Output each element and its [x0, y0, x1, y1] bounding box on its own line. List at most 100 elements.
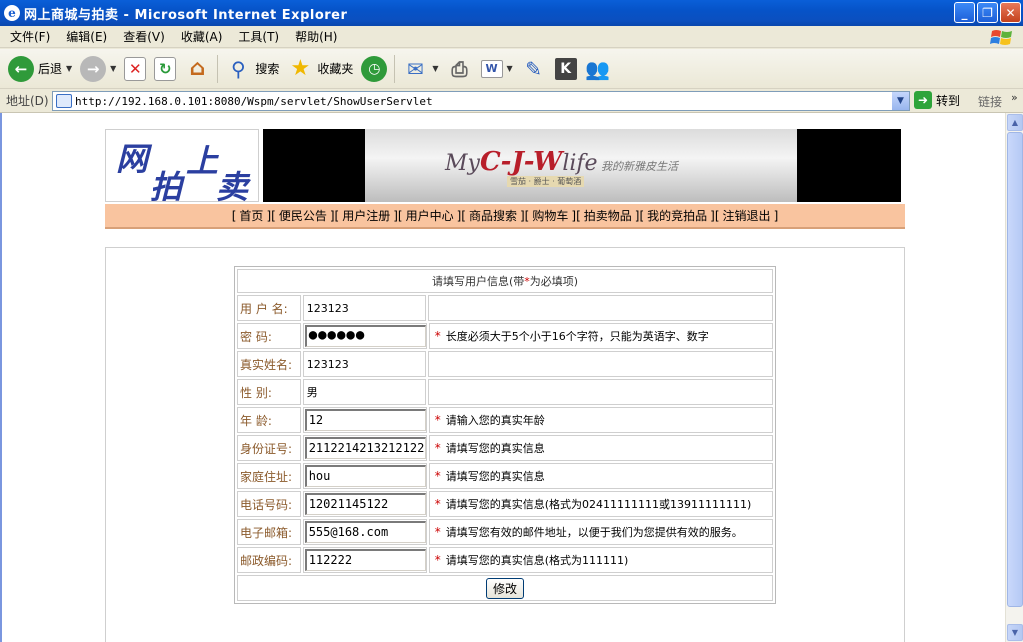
stop-button[interactable]: ✕ [120, 52, 150, 86]
required-star: * [434, 497, 441, 511]
address-dropdown-icon[interactable]: ▼ [892, 92, 909, 110]
nav-home[interactable]: 首页 [239, 207, 263, 224]
chevron-right-icon[interactable]: » [1011, 91, 1018, 104]
print-button[interactable]: ⎙ [443, 52, 477, 86]
menu-edit[interactable]: 编辑(E) [58, 28, 115, 45]
idcard-hint: 请填写您的真实信息 [445, 442, 545, 455]
site-logo: 网 上 拍 卖 [105, 129, 259, 206]
go-button[interactable]: ➜ 转到 [914, 91, 960, 109]
form-row-age: 年 龄: 12 * 请输入您的真实年龄 [236, 406, 774, 434]
field-label: 真实姓名: [237, 351, 301, 377]
star-icon: ★ [290, 56, 311, 81]
address-url[interactable]: http://192.168.0.101:8080/Wspm/servlet/S… [75, 95, 433, 108]
realname-value: 123123 [306, 357, 349, 371]
feather-icon: ✎ [525, 56, 543, 81]
home-button[interactable]: ⌂ [180, 52, 214, 86]
toolbar: ← 后退 ▼ → ▼ ✕ ↻ ⌂ ⚲ 搜索 ★ 收藏夹 ◷ ✉ ▼ ⎙ W ▼ … [0, 49, 1023, 89]
menu-file[interactable]: 文件(F) [0, 28, 58, 45]
form-row-phone: 电话号码: 12021145122 * 请填写您的真实信息(格式为02411111… [236, 490, 774, 518]
forward-arrow-icon: → [80, 55, 107, 82]
menu-bar: 文件(F) 编辑(E) 查看(V) 收藏(A) 工具(T) 帮助(H) [0, 26, 1023, 48]
phone-field[interactable]: 12021145122 [304, 493, 426, 515]
internet-explorer-icon: e [4, 5, 20, 21]
messenger-button[interactable]: 👥 [581, 52, 615, 86]
address-input[interactable]: http://192.168.0.101:8080/Wspm/servlet/S… [52, 91, 910, 111]
idcard-field[interactable]: 21122142132121221 [304, 437, 426, 459]
links-label[interactable]: 链接 [978, 93, 1002, 110]
address-bar: 地址(D) http://192.168.0.101:8080/Wspm/ser… [0, 89, 1023, 113]
forward-dropdown-icon[interactable]: ▼ [110, 64, 116, 73]
minimize-button[interactable]: _ [954, 2, 975, 23]
age-field[interactable]: 12 [304, 409, 426, 431]
address-label: 地址(D) [6, 94, 49, 108]
edit-button[interactable]: W ▼ [477, 52, 517, 86]
form-row-idcard: 身份证号: 21122142132121221 * 请填写您的真实信息 [236, 434, 774, 462]
restore-button[interactable]: ❐ [977, 2, 998, 23]
go-arrow-icon: ➜ [914, 91, 932, 109]
mail-button[interactable]: ✉ ▼ [398, 52, 442, 86]
refresh-button[interactable]: ↻ [150, 52, 180, 86]
logo-char: 拍 [150, 168, 183, 206]
menu-tools[interactable]: 工具(T) [230, 28, 287, 45]
vertical-scrollbar[interactable]: ▲ ▼ [1005, 113, 1023, 642]
history-button[interactable]: ◷ [357, 52, 391, 86]
form-row-zipcode: 邮政编码: 112222 * 请填写您的真实信息(格式为111111) [236, 546, 774, 574]
nav-logout[interactable]: 注销退出 [723, 207, 771, 224]
address-field[interactable]: hou [304, 465, 426, 487]
page-viewport: 网 上 拍 卖 MyC-J-Wlife 我的新雅皮生活 雪茄 · 爵士 · 葡萄… [0, 113, 1005, 642]
nav-auction-items[interactable]: 拍卖物品 [584, 207, 632, 224]
required-star: * [434, 441, 441, 455]
zipcode-hint: 请填写您的真实信息(格式为111111) [445, 554, 629, 567]
field-label: 性 别: [237, 379, 301, 405]
logo-char: 上 [186, 142, 219, 180]
nav-cart[interactable]: 购物车 [532, 207, 568, 224]
favorites-button[interactable]: ★ 收藏夹 [283, 52, 357, 86]
required-star: * [434, 413, 441, 427]
scroll-up-icon[interactable]: ▲ [1007, 114, 1023, 131]
email-field[interactable]: 555@168.com [304, 521, 426, 543]
field-label: 年 龄: [237, 407, 301, 433]
edit-dropdown-icon[interactable]: ▼ [507, 64, 513, 73]
phone-hint: 请填写您的真实信息(格式为02411111111或13911111111) [445, 498, 752, 511]
forward-button[interactable]: → ▼ [76, 52, 120, 86]
scroll-down-icon[interactable]: ▼ [1007, 624, 1023, 641]
printer-icon: ⎙ [451, 56, 468, 81]
stop-icon: ✕ [124, 56, 147, 81]
submit-modify-button[interactable]: 修改 [485, 577, 524, 599]
scroll-thumb[interactable] [1007, 132, 1023, 607]
back-button[interactable]: ← 后退 ▼ [4, 52, 76, 86]
messenger-people-icon: 👥 [585, 56, 611, 81]
window-title: 网上商城与拍卖 - Microsoft Internet Explorer [24, 7, 348, 23]
nav-user-center[interactable]: 用户中心 [406, 207, 454, 224]
form-row-gender: 性 别: 男 [236, 378, 774, 406]
search-icon: ⚲ [231, 56, 246, 81]
window-controls: _ ❐ ✕ [954, 2, 1021, 23]
form-header: 请填写用户信息(带 * 为必填项) [237, 269, 773, 293]
logo-char: 卖 [216, 168, 249, 206]
nav-notices[interactable]: 便民公告 [279, 207, 327, 224]
search-button[interactable]: ⚲ 搜索 [221, 52, 283, 86]
site-nav: [首页][ 便民公告][ 用户注册][ 用户中心][ 商品搜索][ 购物车][ … [105, 204, 905, 229]
zipcode-field[interactable]: 112222 [304, 549, 426, 571]
back-dropdown-icon[interactable]: ▼ [66, 64, 72, 73]
discuss-button[interactable]: ✎ [517, 52, 551, 86]
menu-help[interactable]: 帮助(H) [287, 28, 345, 45]
home-icon: ⌂ [189, 56, 206, 81]
banner-slogan: 我的新雅皮生活 [601, 160, 678, 173]
age-hint: 请输入您的真实年龄 [445, 414, 545, 427]
form-row-email: 电子邮箱: 555@168.com * 请填写您有效的邮件地址，以便于我们为您提供… [236, 518, 774, 546]
menu-view[interactable]: 查看(V) [115, 28, 173, 45]
close-button[interactable]: ✕ [1000, 2, 1021, 23]
gender-value: 男 [306, 386, 318, 399]
k-button[interactable]: K [551, 52, 581, 86]
mail-dropdown-icon[interactable]: ▼ [432, 64, 438, 73]
nav-my-bids[interactable]: 我的竞拍品 [647, 207, 707, 224]
form-row-address: 家庭住址: hou * 请填写您的真实信息 [236, 462, 774, 490]
nav-product-search[interactable]: 商品搜索 [469, 207, 517, 224]
menu-favorites[interactable]: 收藏(A) [173, 28, 231, 45]
history-clock-icon: ◷ [361, 55, 388, 82]
field-label: 密 码: [237, 323, 301, 349]
password-field[interactable]: ●●●●●● [304, 325, 426, 347]
field-label: 家庭住址: [237, 463, 301, 489]
nav-register[interactable]: 用户注册 [342, 207, 390, 224]
